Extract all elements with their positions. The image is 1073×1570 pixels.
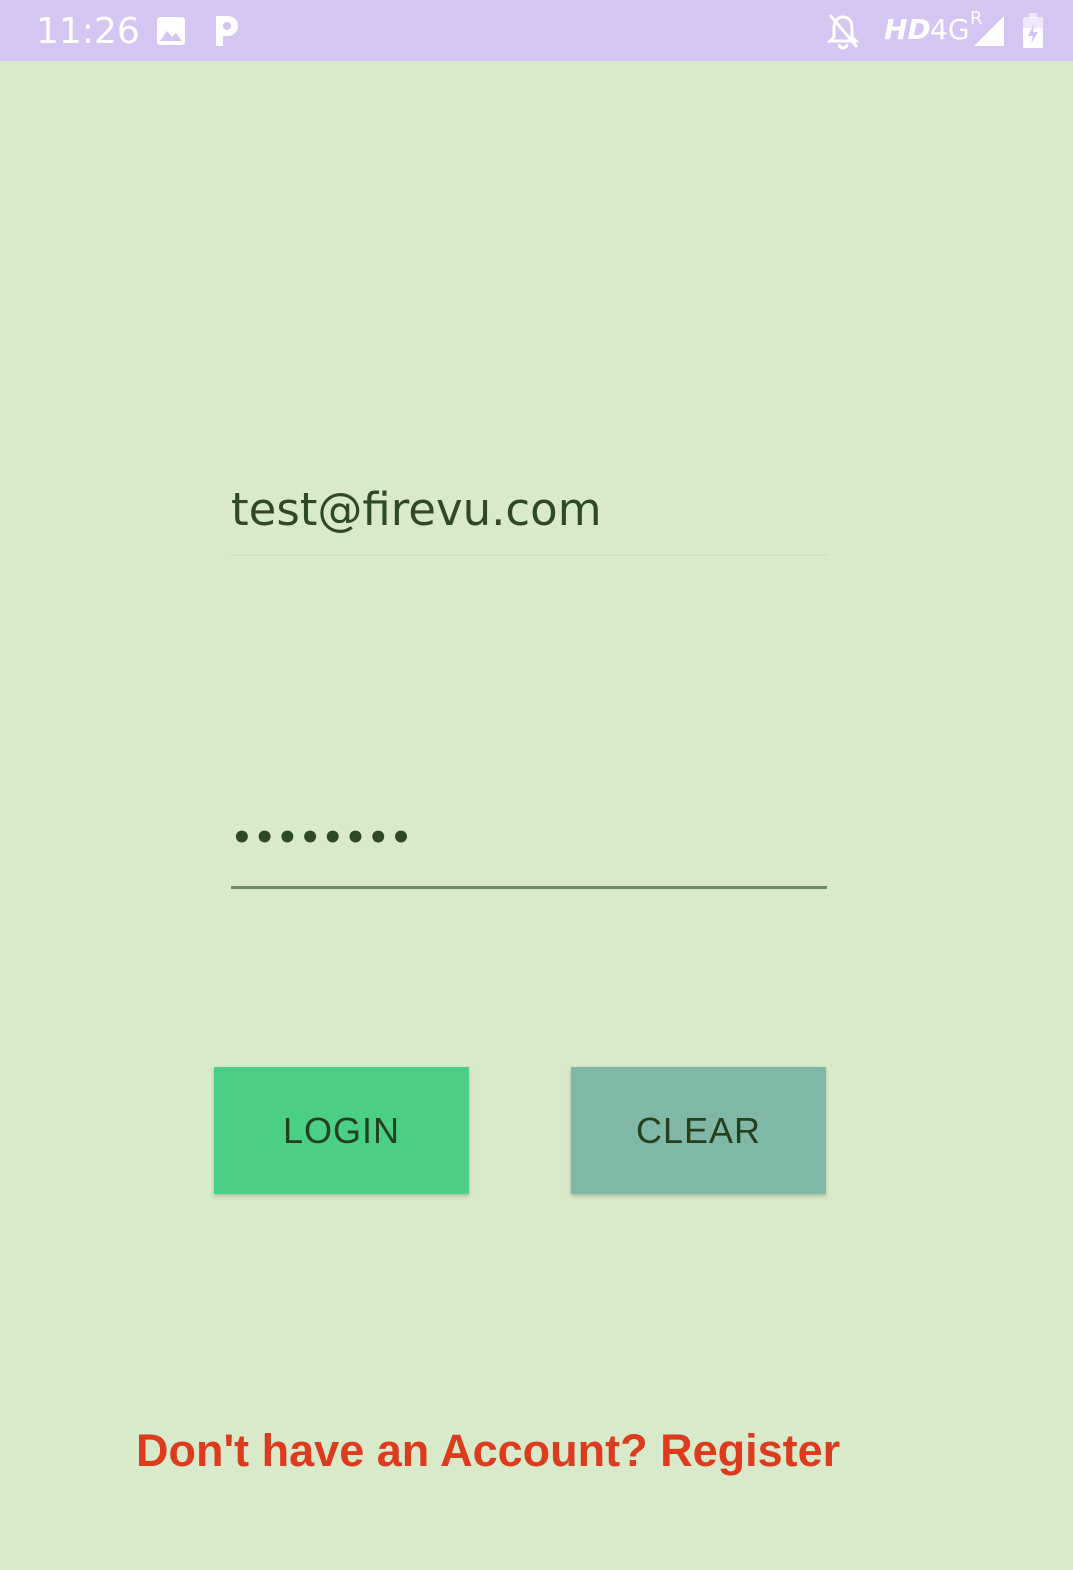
parking-app-icon [216, 16, 238, 46]
login-button[interactable]: LOGIN [214, 1067, 469, 1194]
status-bar: 11:26 HD 4G R [0, 0, 1073, 61]
password-field[interactable]: •••••••• [231, 800, 827, 889]
status-time: 11:26 [36, 11, 140, 52]
password-value: •••••••• [231, 818, 413, 858]
signal-icon [974, 16, 1004, 46]
network-type-label: 4G [930, 13, 970, 46]
clear-button[interactable]: CLEAR [571, 1067, 826, 1194]
register-link[interactable]: Don't have an Account? Register [136, 1422, 840, 1480]
email-field[interactable]: test@firevu.com [231, 470, 827, 556]
image-icon [157, 17, 185, 45]
battery-charging-icon [1023, 13, 1043, 48]
email-value: test@firevu.com [231, 483, 602, 536]
notifications-off-icon [826, 14, 860, 50]
network-hd-label: HD [884, 13, 931, 46]
